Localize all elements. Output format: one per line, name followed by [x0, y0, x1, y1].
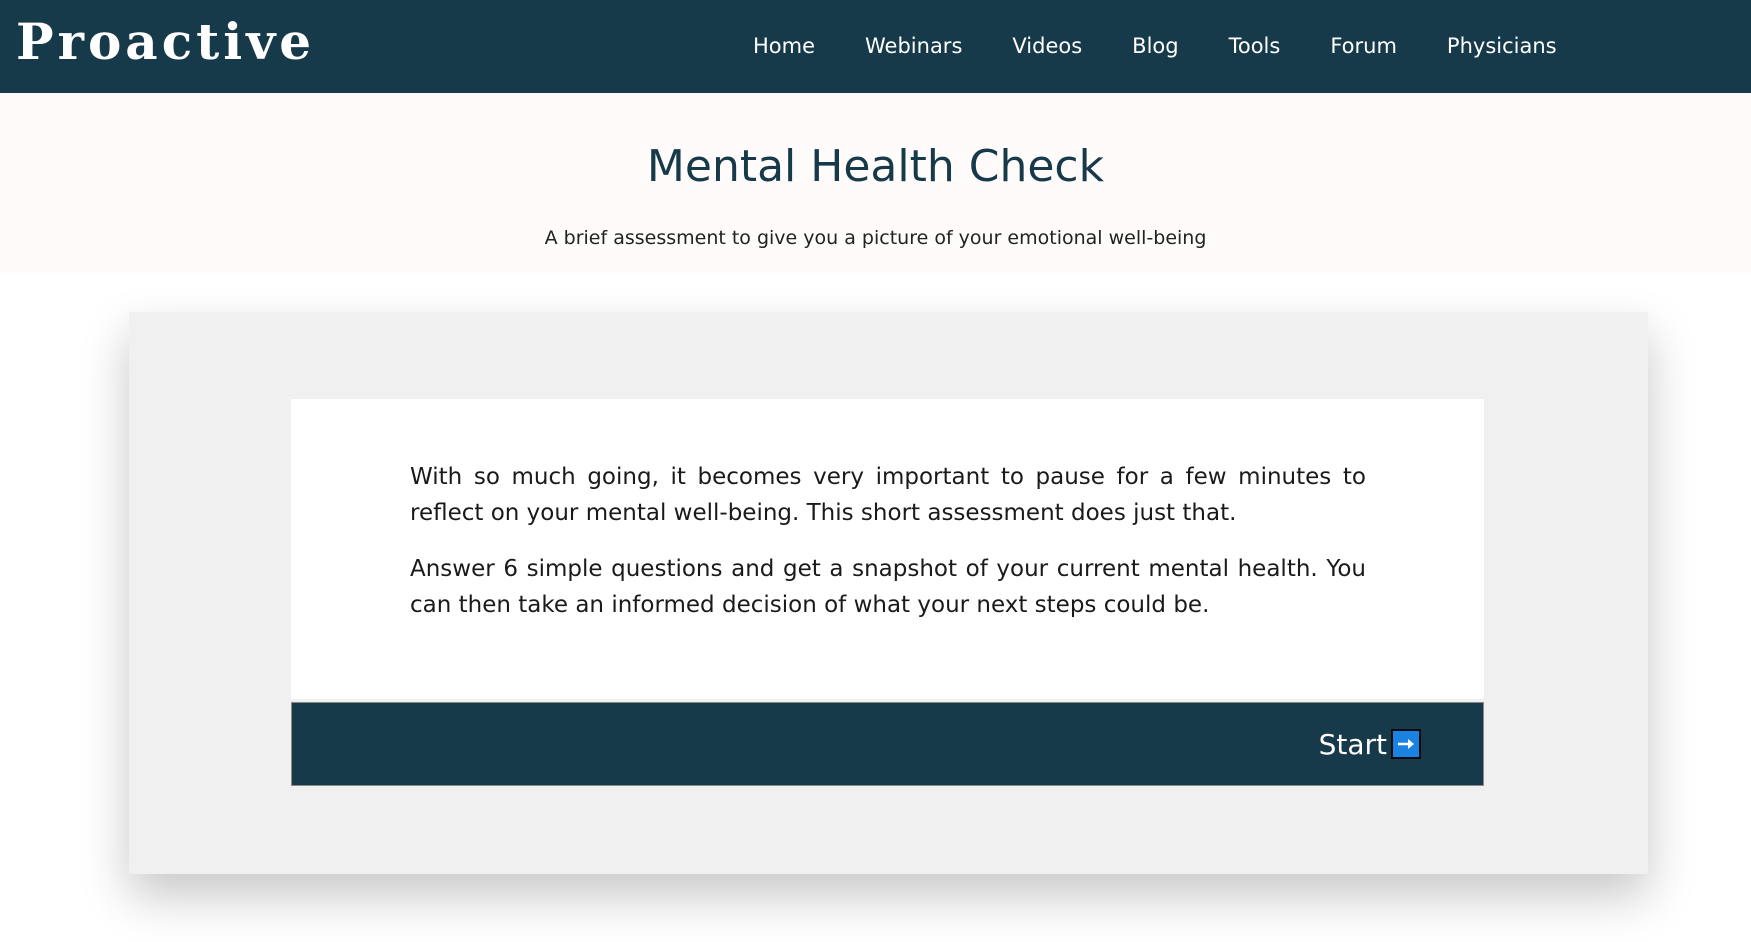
main-nav: Home Webinars Videos Blog Tools Forum Ph… — [728, 0, 1582, 93]
nav-item-tools: Tools — [1204, 0, 1306, 93]
arrow-right-icon — [1391, 729, 1421, 759]
site-logo[interactable]: Proactive — [16, 10, 315, 74]
nav-link-physicians[interactable]: Physicians — [1422, 0, 1582, 93]
assessment-panel: With so much going, it becomes very impo… — [129, 312, 1648, 874]
start-bar: Start — [291, 702, 1484, 786]
nav-item-forum: Forum — [1305, 0, 1422, 93]
page-subtitle: A brief assessment to give you a picture… — [544, 227, 1207, 249]
nav-link-videos[interactable]: Videos — [987, 0, 1107, 93]
nav-item-blog: Blog — [1107, 0, 1203, 93]
intro-paragraph: With so much going, it becomes very impo… — [410, 464, 1366, 526]
hero-section: Mental Health Check A brief assessment t… — [0, 93, 1751, 273]
site-header: Proactive Home Webinars Videos Blog Tool… — [0, 0, 1751, 93]
nav-link-tools[interactable]: Tools — [1204, 0, 1306, 93]
nav-item-home: Home — [728, 0, 840, 93]
nav-link-home[interactable]: Home — [728, 0, 840, 93]
intro-text: With so much going, it becomes very impo… — [410, 459, 1366, 643]
nav-link-blog[interactable]: Blog — [1107, 0, 1203, 93]
nav-link-webinars[interactable]: Webinars — [840, 0, 987, 93]
intro-card: With so much going, it becomes very impo… — [291, 399, 1484, 699]
nav-item-videos: Videos — [987, 0, 1107, 93]
start-button[interactable]: Start — [1319, 703, 1421, 785]
nav-item-physicians: Physicians — [1422, 0, 1582, 93]
intro-paragraph: Answer 6 simple questions and get a snap… — [410, 556, 1366, 618]
nav-item-webinars: Webinars — [840, 0, 987, 93]
page-title: Mental Health Check — [646, 141, 1105, 192]
nav-link-forum[interactable]: Forum — [1305, 0, 1422, 93]
start-label: Start — [1318, 727, 1387, 761]
